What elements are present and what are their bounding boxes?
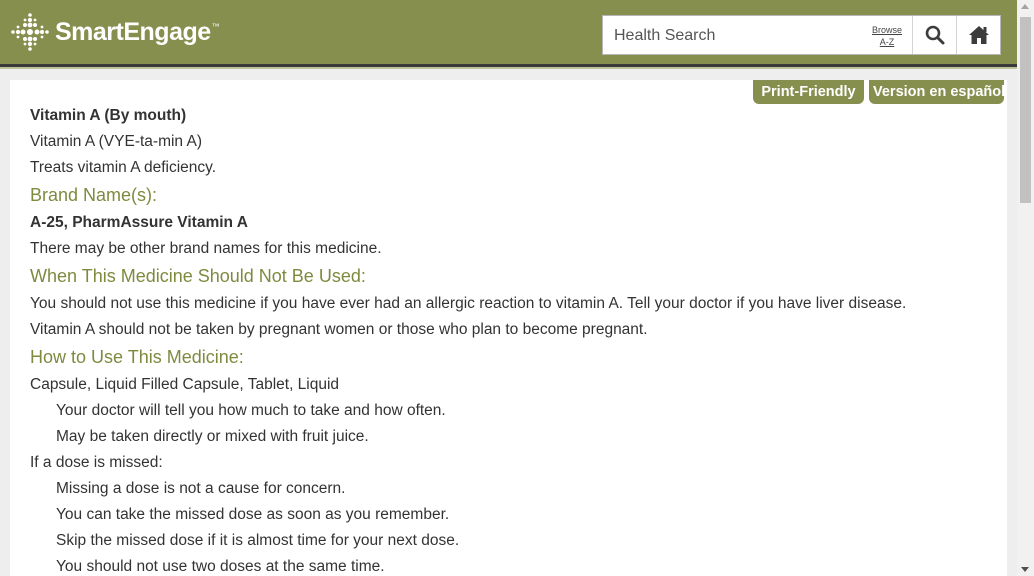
vertical-scrollbar[interactable] xyxy=(1017,0,1034,576)
brand-name: SmartEngage xyxy=(55,17,211,46)
missed-dose-item: Missing a dose is not a cause for concer… xyxy=(56,480,346,497)
scroll-down-arrow-icon[interactable] xyxy=(1021,567,1029,572)
trademark-mark: ™ xyxy=(211,21,220,31)
summary: Treats vitamin A deficiency. xyxy=(30,159,217,176)
browse-a-z-link[interactable]: Browse A-Z xyxy=(866,24,908,48)
search-button[interactable] xyxy=(912,16,957,54)
search-icon xyxy=(925,25,945,45)
scrollbar-thumb[interactable] xyxy=(1020,17,1031,203)
article-panel: Print-Friendly Version en español Vitami… xyxy=(10,80,1007,576)
missed-dose-label: If a dose is missed: xyxy=(30,454,163,471)
brand-names-list: A-25, PharmAssure Vitamin A xyxy=(30,214,248,231)
article-actions: Print-Friendly Version en español xyxy=(753,80,1005,104)
contraindication-item: You should not use this medicine if you … xyxy=(30,295,907,312)
a-z-label: A-Z xyxy=(879,37,895,47)
home-button[interactable] xyxy=(956,16,1001,54)
usage-item: Your doctor will tell you how much to ta… xyxy=(56,402,446,419)
home-icon xyxy=(969,26,989,44)
spanish-version-button[interactable]: Version en español xyxy=(869,80,1005,104)
browse-label: Browse xyxy=(871,25,902,35)
contraindication-item: Vitamin A should not be taken by pregnan… xyxy=(30,321,648,338)
missed-dose-item: You can take the missed dose as soon as … xyxy=(56,506,450,523)
brand-names-heading: Brand Name(s): xyxy=(30,185,158,205)
missed-dose-item: You should not use two doses at the same… xyxy=(56,558,385,575)
contraindications-heading: When This Medicine Should Not Be Used: xyxy=(30,266,366,286)
pronunciation: Vitamin A (VYE-ta-min A) xyxy=(30,133,202,150)
scroll-up-arrow-icon[interactable] xyxy=(1021,4,1029,9)
header-divider-light xyxy=(0,67,1017,69)
search-bar: Browse A-Z xyxy=(602,15,1001,56)
search-input[interactable] xyxy=(603,16,876,56)
missed-dose-item: Skip the missed dose if it is almost tim… xyxy=(56,532,460,549)
cross-dots-logo-icon xyxy=(11,13,49,51)
dosage-forms: Capsule, Liquid Filled Capsule, Tablet, … xyxy=(30,376,340,393)
header-bar: SmartEngage™ Browse A-Z xyxy=(0,0,1017,64)
brand-note: There may be other brand names for this … xyxy=(30,240,382,257)
print-friendly-button[interactable]: Print-Friendly xyxy=(753,80,864,104)
article-title: Vitamin A (By mouth) xyxy=(30,107,187,124)
usage-heading: How to Use This Medicine: xyxy=(30,347,244,367)
usage-item: May be taken directly or mixed with frui… xyxy=(56,428,369,445)
brand-logo[interactable]: SmartEngage ™ xyxy=(10,12,220,52)
